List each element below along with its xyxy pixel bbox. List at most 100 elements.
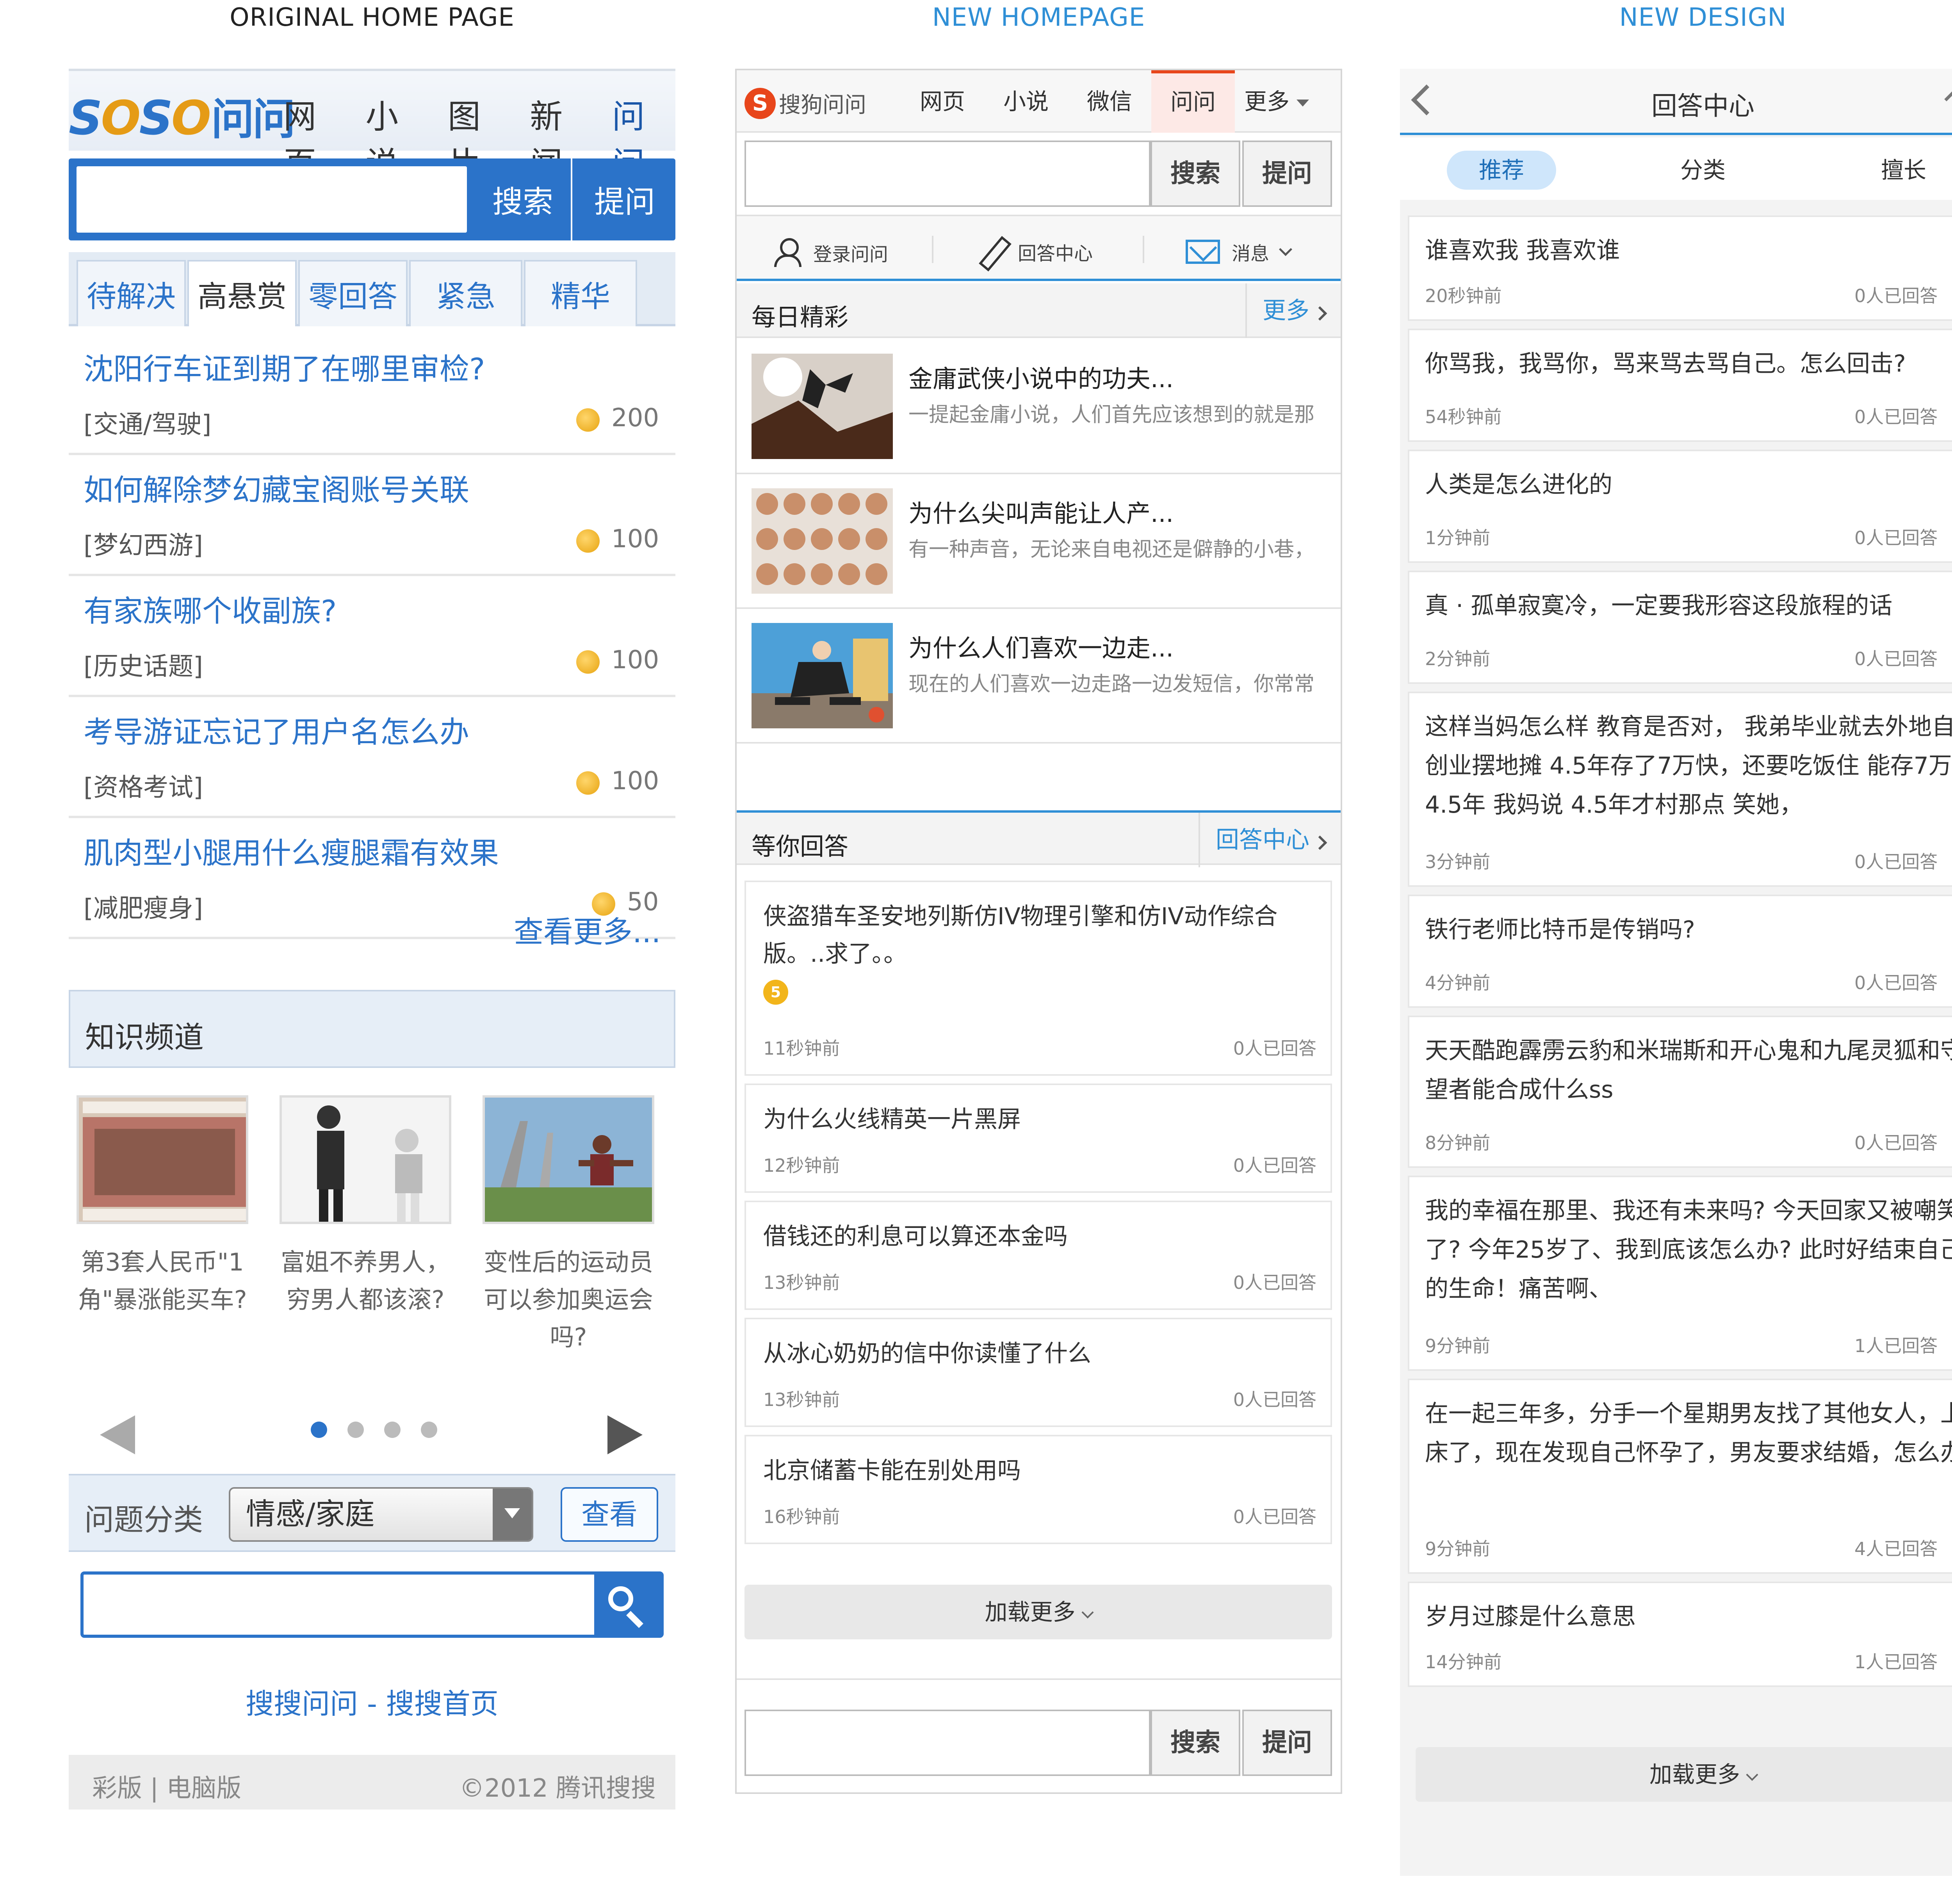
tab-urgent[interactable]: 紧急 <box>409 260 522 326</box>
question-card[interactable]: 岁月过膝是什么意思 14分钟前 1人已回答 <box>1408 1582 1952 1687</box>
search-input[interactable] <box>744 1710 1151 1776</box>
question-card[interactable]: 天天酷跑霹雳云豹和米瑞斯和开心鬼和九尾灵狐和守望者能合成什么ss 8分钟前 0人… <box>1408 1016 1952 1168</box>
nav-item-weixin[interactable]: 微信 <box>1068 70 1151 133</box>
question-title[interactable]: 为什么火线精英一片黑屏 <box>763 1101 1318 1138</box>
answer-center-link[interactable]: 回答中心 <box>1199 813 1341 867</box>
question-card[interactable]: 铁行老师比特币是传销吗? 4分钟前 0人已回答 <box>1408 895 1952 1008</box>
view-more-link[interactable]: 查看更多... <box>514 908 661 951</box>
logo-text: 搜狗问问 <box>779 93 866 118</box>
ask-button[interactable]: 提问 <box>1242 1710 1332 1776</box>
question-title[interactable]: 谁喜欢我 我喜欢谁 <box>1425 231 1952 270</box>
thumbnail-caption[interactable]: 第3套人民币"1角"暴涨能买车? <box>69 1244 256 1319</box>
question-card[interactable]: 真 · 孤单寂寞冷，一定要我形容这段旅程的话 2分钟前 0人已回答 <box>1408 571 1952 684</box>
tab-featured[interactable]: 精华 <box>524 260 637 326</box>
thumbnail-athlete[interactable] <box>483 1095 654 1224</box>
tab-categories[interactable]: 分类 <box>1648 151 1758 190</box>
view-button[interactable]: 查看 <box>561 1487 658 1542</box>
tab-recommended[interactable]: 推荐 <box>1447 151 1556 190</box>
question-title[interactable]: 从冰心奶奶的信中你读懂了什么 <box>763 1335 1318 1372</box>
home-icon[interactable] <box>1944 78 1952 120</box>
question-title[interactable]: 这样当妈怎么样 教育是否对， 我弟毕业就去外地自己创业摆地摊 4.5年存了7万快… <box>1425 707 1952 824</box>
question-title[interactable]: 在一起三年多，分手一个星期男友找了其他女人，上床了，现在发现自己怀孕了，男友要求… <box>1425 1394 1952 1472</box>
question-card[interactable]: 侠盗猎车圣安地列斯仿IV物理引擎和仿IV动作综合版。..求了。。 5 11秒钟前… <box>744 881 1332 1076</box>
tab-zero-answers[interactable]: 零回答 <box>298 260 408 326</box>
question-row[interactable]: 沈阳行车证到期了在哪里审检? [交通/驾驶] 200 <box>69 334 675 455</box>
answer-center-action[interactable]: 回答中心 <box>979 238 1093 265</box>
question-title[interactable]: 天天酷跑霹雳云豹和米瑞斯和开心鬼和九尾灵狐和守望者能合成什么ss <box>1425 1031 1952 1109</box>
thumbnail-couple[interactable] <box>280 1095 451 1224</box>
nav-item-novel[interactable]: 小说 <box>984 70 1068 133</box>
question-title[interactable]: 侠盗猎车圣安地列斯仿IV物理引擎和仿IV动作综合版。..求了。。 <box>763 898 1318 973</box>
question-row[interactable]: 考导游证忘记了用户名怎么办 [资格考试] 100 <box>69 697 675 818</box>
question-card[interactable]: 谁喜欢我 我喜欢谁 20秒钟前 0人已回答 <box>1408 215 1952 321</box>
ask-button[interactable]: 提问 <box>1242 141 1332 207</box>
nav-item-web[interactable]: 网页 <box>901 70 984 133</box>
messages-action[interactable]: 消息 <box>1186 238 1292 265</box>
article-title[interactable]: 金庸武侠小说中的功夫... <box>908 359 1174 394</box>
search-input[interactable] <box>744 141 1151 207</box>
login-action[interactable]: 登录问问 <box>774 238 888 267</box>
sogou-logo[interactable]: S 搜狗问问 <box>744 87 866 119</box>
question-card[interactable]: 在一起三年多，分手一个星期男友找了其他女人，上床了，现在发现自己怀孕了，男友要求… <box>1408 1379 1952 1574</box>
article-item[interactable]: 金庸武侠小说中的功夫... 一提起金庸小说，人们首先应该想到的就是那 <box>737 340 1341 474</box>
soso-logo[interactable]: SOSO问问 <box>69 84 296 147</box>
new-search-bar: 搜索 提问 <box>744 141 1332 207</box>
question-row[interactable]: 有家族哪个收副族? [历史话题] 100 <box>69 576 675 697</box>
article-title[interactable]: 为什么尖叫声能让人产... <box>908 494 1174 529</box>
question-card[interactable]: 为什么火线精英一片黑屏 12秒钟前 0人已回答 <box>744 1084 1332 1193</box>
next-arrow-icon[interactable] <box>607 1415 643 1454</box>
question-title[interactable]: 北京储蓄卡能在别处用吗 <box>763 1452 1318 1489</box>
nav-item-more[interactable]: 更多 <box>1235 70 1318 133</box>
question-title[interactable]: 我的幸福在那里、我还有未来吗? 今天回家又被嘲笑了? 今年25岁了、我到底该怎么… <box>1425 1191 1952 1308</box>
more-link[interactable]: 更多 <box>1245 283 1341 338</box>
question-title[interactable]: 借钱还的利息可以算还本金吗 <box>763 1218 1318 1255</box>
article-item[interactable]: 为什么尖叫声能让人产... 有一种声音，无论来自电视还是僻静的小巷， <box>737 474 1341 609</box>
question-card[interactable]: 从冰心奶奶的信中你读懂了什么 13秒钟前 0人已回答 <box>744 1318 1332 1427</box>
search-button[interactable]: 搜索 <box>475 158 572 240</box>
question-title[interactable]: 你骂我，我骂你，骂来骂去骂自己。怎么回击? <box>1425 344 1952 383</box>
question-title[interactable]: 沈阳行车证到期了在哪里审检? <box>84 345 485 388</box>
question-row[interactable]: 如何解除梦幻藏宝阁账号关联 [梦幻西游] 100 <box>69 455 675 576</box>
question-title[interactable]: 岁月过膝是什么意思 <box>1425 1597 1952 1636</box>
question-title[interactable]: 真 · 孤单寂寞冷，一定要我形容这段旅程的话 <box>1425 586 1952 625</box>
question-card[interactable]: 你骂我，我骂你，骂来骂去骂自己。怎么回击? 54秒钟前 0人已回答 <box>1408 329 1952 442</box>
question-title[interactable]: 有家族哪个收副族? <box>84 587 337 630</box>
category-select[interactable]: 情感/家庭 <box>229 1487 533 1542</box>
question-card[interactable]: 人类是怎么进化的 1分钟前 0人已回答 <box>1408 450 1952 563</box>
question-card[interactable]: 借钱还的利息可以算还本金吗 13秒钟前 0人已回答 <box>744 1201 1332 1310</box>
question-time: 12秒钟前 <box>763 1155 840 1176</box>
load-more-button[interactable]: 加载更多 <box>744 1585 1332 1639</box>
search-button[interactable] <box>594 1575 661 1635</box>
article-item[interactable]: 为什么人们喜欢一边走... 现在的人们喜欢一边走路一边发短信，你常常 <box>737 609 1341 744</box>
load-more-button[interactable]: 加载更多 <box>1416 1747 1952 1802</box>
prev-arrow-icon[interactable] <box>100 1415 135 1454</box>
search-input[interactable] <box>77 166 467 233</box>
chevron-down-icon <box>493 1489 532 1540</box>
panel-title-original: ORIGINAL HOME PAGE <box>230 3 515 32</box>
tab-unresolved[interactable]: 待解决 <box>77 260 186 326</box>
answer-center-screen: 回答中心 推荐 分类 擅长 谁喜欢我 我喜欢谁 20秒钟前 0人已回答 你骂我，… <box>1400 69 1952 1876</box>
question-title[interactable]: 人类是怎么进化的 <box>1425 465 1952 504</box>
question-title[interactable]: 考导游证忘记了用户名怎么办 <box>84 708 469 751</box>
nav-item-wenwen[interactable]: 问问 <box>1151 70 1235 133</box>
question-card[interactable]: 北京储蓄卡能在别处用吗 16秒钟前 0人已回答 <box>744 1435 1332 1544</box>
question-title[interactable]: 肌肉型小腿用什么瘦腿霜有效果 <box>84 829 499 872</box>
thumbnail-caption[interactable]: 富姐不养男人，穷男人都该滚? <box>272 1244 459 1319</box>
ask-button[interactable]: 提问 <box>574 158 675 240</box>
thumbnail-banknote[interactable] <box>77 1095 248 1224</box>
search-button[interactable]: 搜索 <box>1151 1710 1240 1776</box>
tab-expertise[interactable]: 擅长 <box>1849 151 1952 190</box>
reward-badge: 5 <box>763 980 798 1005</box>
question-card[interactable]: 这样当妈怎么样 教育是否对， 我弟毕业就去外地自己创业摆地摊 4.5年存了7万快… <box>1408 692 1952 887</box>
version-links[interactable]: 彩版 | 电脑版 <box>92 1768 241 1804</box>
question-title[interactable]: 如何解除梦幻藏宝阁账号关联 <box>84 466 469 509</box>
thumbnail-caption[interactable]: 变性后的运动员可以参加奥运会吗? <box>475 1244 662 1356</box>
article-title[interactable]: 为什么人们喜欢一边走... <box>908 628 1174 664</box>
footer-links[interactable]: 搜搜问问 - 搜搜首页 <box>69 1681 675 1722</box>
messages-label: 消息 <box>1232 243 1270 265</box>
question-title[interactable]: 铁行老师比特币是传销吗? <box>1425 910 1952 949</box>
search-button[interactable]: 搜索 <box>1151 141 1240 207</box>
load-more-label: 加载更多 <box>1649 1761 1740 1788</box>
tab-high-reward[interactable]: 高悬赏 <box>187 260 297 326</box>
question-card[interactable]: 我的幸福在那里、我还有未来吗? 今天回家又被嘲笑了? 今年25岁了、我到底该怎么… <box>1408 1176 1952 1371</box>
